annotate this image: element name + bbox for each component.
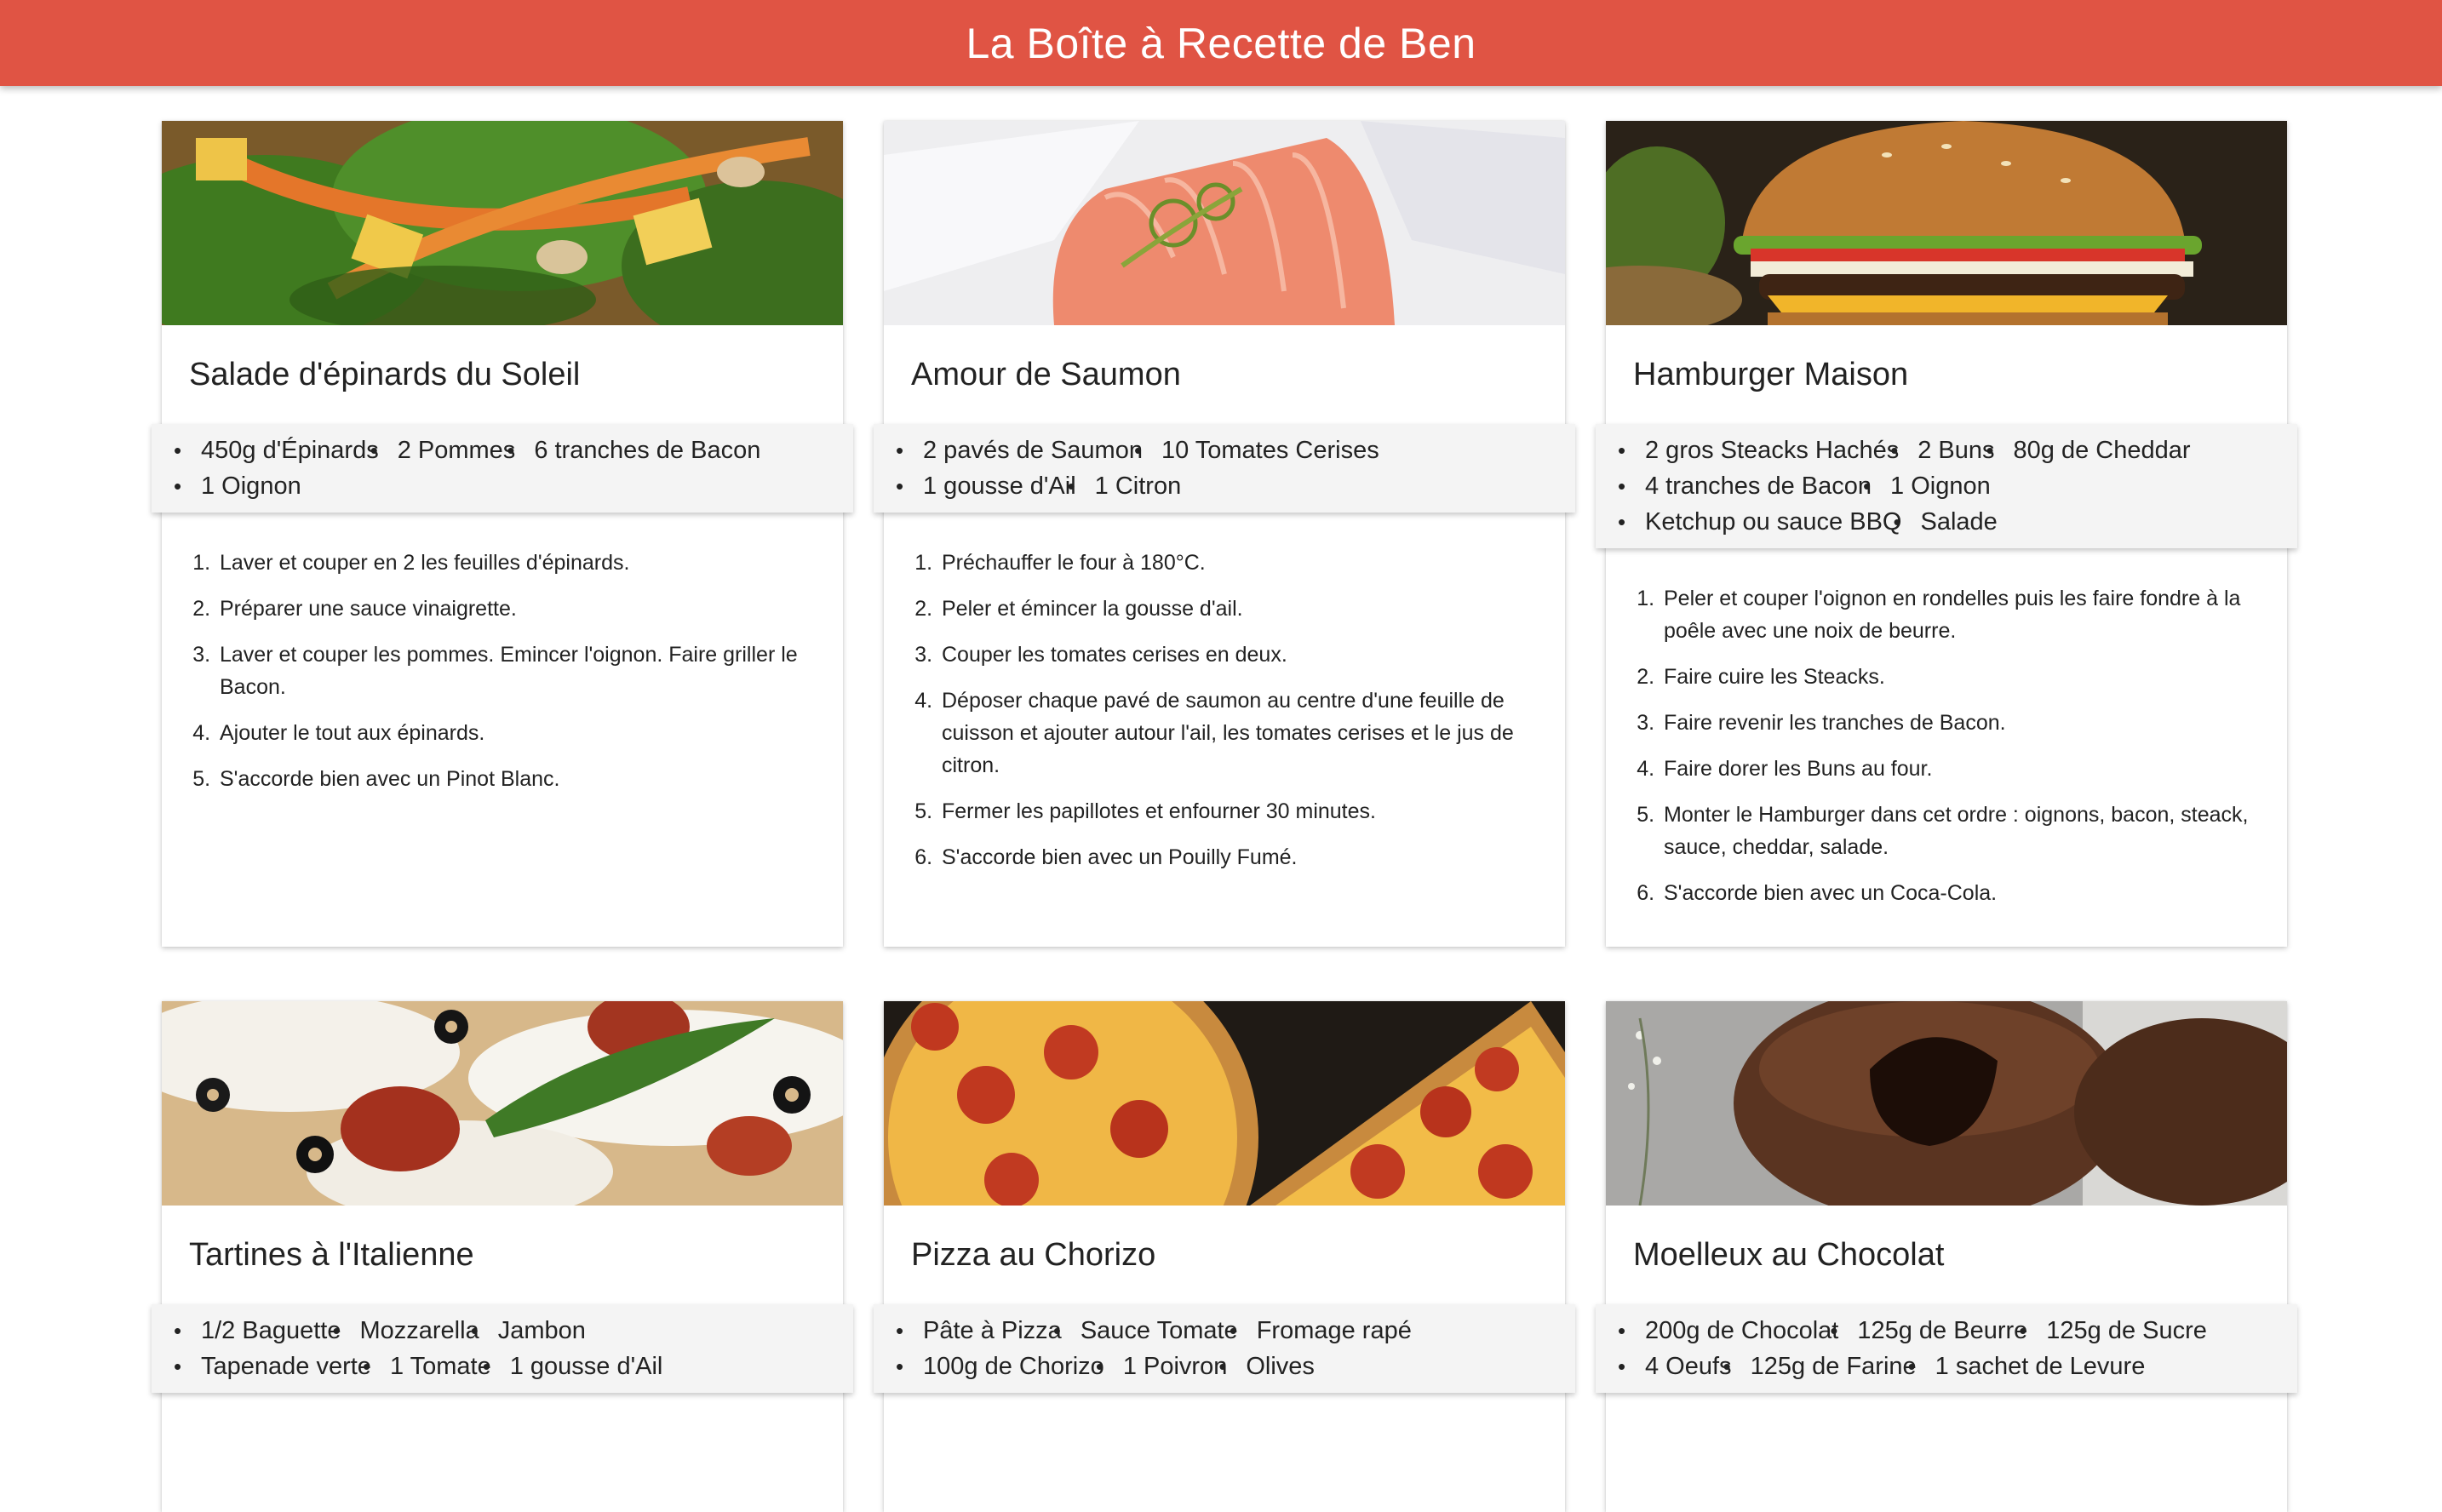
ingredient: Mozzarella (332, 1313, 479, 1349)
ingredients-line: 4 tranches de Bacon 1 Oignon (1596, 468, 2297, 504)
ingredient: Ketchup ou sauce BBQ (1618, 504, 1902, 540)
ingredient: 6 tranches de Bacon (507, 432, 760, 468)
step: Monter le Hamburger dans cet ordre : oig… (1660, 799, 2253, 863)
recipe-title: Salade d'épinards du Soleil (189, 357, 581, 392)
step: S'accorde bien avec un Pinot Blanc. (216, 763, 809, 795)
recipe-title: Moelleux au Chocolat (1633, 1237, 1945, 1273)
ingredients-line: Pâte à Pizza Sauce Tomate Fromage rapé (874, 1313, 1575, 1349)
recipe-title: Hamburger Maison (1633, 357, 1909, 392)
ingredient: 1 Oignon (174, 468, 301, 504)
step: Faire dorer les Buns au four. (1660, 753, 2253, 785)
ingredient: Tapenade verte (174, 1349, 371, 1384)
ingredients-line: Tapenade verte 1 Tomate 1 gousse d'Ail (152, 1349, 853, 1384)
step: Déposer chaque pavé de saumon au centre … (938, 684, 1531, 782)
step: S'accorde bien avec un Coca-Cola. (1660, 877, 2253, 909)
ingredient: Olives (1219, 1349, 1315, 1384)
ingredient: 2 Pommes (370, 432, 516, 468)
ingredient: 125g de Farine (1723, 1349, 1917, 1384)
ingredient: 2 pavés de Saumon (896, 432, 1143, 468)
step: S'accorde bien avec un Pouilly Fumé. (938, 841, 1531, 873)
ingredients-list: Pâte à Pizza Sauce Tomate Fromage rapé 1… (874, 1304, 1575, 1393)
ingredient: 200g de Chocolat (1618, 1313, 1838, 1349)
recipe-title: Tartines à l'Italienne (189, 1237, 474, 1273)
ingredients-line: 1 Oignon (152, 468, 853, 504)
ingredients-list: 1/2 Baguette Mozzarella Jambon Tapenade … (152, 1304, 853, 1393)
ingredients-line: 2 gros Steacks Hachés 2 Buns 80g de Ched… (1596, 432, 2297, 468)
ingredients-list: 450g d'Épinards 2 Pommes 6 tranches de B… (152, 424, 853, 513)
ingredients-line: 4 Oeufs 125g de Farine 1 sachet de Levur… (1596, 1349, 2297, 1384)
ingredient: 1 Citron (1068, 468, 1181, 504)
step: Peler et émincer la gousse d'ail. (938, 593, 1531, 625)
recipe-card: Pizza au Chorizo Pâte à Pizza Sauce Toma… (874, 1001, 1575, 1512)
ingredients-line: 1 gousse d'Ail 1 Citron (874, 468, 1575, 504)
step: Faire revenir les tranches de Bacon. (1660, 707, 2253, 739)
ingredient: 1 Oignon (1863, 468, 1991, 504)
ingredients-line: 100g de Chorizo 1 Poivron Olives (874, 1349, 1575, 1384)
ingredients-line: 450g d'Épinards 2 Pommes 6 tranches de B… (152, 432, 853, 468)
ingredient: 80g de Cheddar (1986, 432, 2191, 468)
ingredients-list: 2 pavés de Saumon 10 Tomates Cerises 1 g… (874, 424, 1575, 513)
ingredient: 125g de Sucre (2019, 1313, 2207, 1349)
ingredient: 100g de Chorizo (896, 1349, 1104, 1384)
ingredient: 1 Tomate (363, 1349, 491, 1384)
ingredients-line: 2 pavés de Saumon 10 Tomates Cerises (874, 432, 1575, 468)
app-header: La Boîte à Recette de Ben (0, 0, 2442, 86)
salmon-image (884, 121, 1565, 325)
recipe-card: Tartines à l'Italienne 1/2 Baguette Mozz… (152, 1001, 853, 1512)
ingredients-list: 2 gros Steacks Hachés 2 Buns 80g de Ched… (1596, 424, 2297, 548)
recipe-title: Pizza au Chorizo (911, 1237, 1156, 1273)
recipe-card: Moelleux au Chocolat 200g de Chocolat 12… (1596, 1001, 2297, 1512)
spinach-salad-image (162, 121, 843, 325)
recipe-grid: Salade d'épinards du Soleil 450g d'Épina… (152, 121, 2297, 1512)
ingredients-line: Ketchup ou sauce BBQ Salade (1596, 504, 2297, 540)
ingredient: Jambon (471, 1313, 586, 1349)
ingredient: 1/2 Baguette (174, 1313, 341, 1349)
recipe-card: Salade d'épinards du Soleil 450g d'Épina… (152, 121, 853, 947)
steps-list: Peler et couper l'oignon en rondelles pu… (1606, 548, 2287, 940)
pizza-image (884, 1001, 1565, 1206)
tartines-image (162, 1001, 843, 1206)
ingredient: Pâte à Pizza (896, 1313, 1062, 1349)
ingredient: 10 Tomates Cerises (1134, 432, 1379, 468)
ingredients-line: 1/2 Baguette Mozzarella Jambon (152, 1313, 853, 1349)
step: Fermer les papillotes et enfourner 30 mi… (938, 795, 1531, 828)
step: Préchauffer le four à 180°C. (938, 547, 1531, 579)
chocolate-cake-image (1606, 1001, 2287, 1206)
ingredient: 4 tranches de Bacon (1618, 468, 1872, 504)
ingredient: 1 sachet de Levure (1908, 1349, 2146, 1384)
ingredients-line: 200g de Chocolat 125g de Beurre 125g de … (1596, 1313, 2297, 1349)
recipe-card: Amour de Saumon 2 pavés de Saumon 10 Tom… (874, 121, 1575, 947)
step: Couper les tomates cerises en deux. (938, 639, 1531, 671)
step: Peler et couper l'oignon en rondelles pu… (1660, 582, 2253, 647)
step: Laver et couper en 2 les feuilles d'épin… (216, 547, 809, 579)
step: Préparer une sauce vinaigrette. (216, 593, 809, 625)
ingredient: 2 gros Steacks Hachés (1618, 432, 1899, 468)
step: Ajouter le tout aux épinards. (216, 717, 809, 749)
ingredient: 4 Oeufs (1618, 1349, 1731, 1384)
ingredient: 2 Buns (1890, 432, 1994, 468)
ingredient: Sauce Tomate (1053, 1313, 1238, 1349)
ingredient: 1 gousse d'Ail (483, 1349, 663, 1384)
recipe-title: Amour de Saumon (911, 357, 1181, 392)
ingredient: 125g de Beurre (1830, 1313, 2027, 1349)
ingredient: Fromage rapé (1230, 1313, 1412, 1349)
ingredient: Salade (1893, 504, 1997, 540)
steps-list: Préchauffer le four à 180°C. Peler et ém… (884, 513, 1565, 904)
step: Laver et couper les pommes. Emincer l'oi… (216, 639, 809, 703)
steps-list: Laver et couper en 2 les feuilles d'épin… (162, 513, 843, 826)
step: Faire cuire les Steacks. (1660, 661, 2253, 693)
app-title: La Boîte à Recette de Ben (966, 19, 1476, 67)
hamburger-image (1606, 121, 2287, 325)
ingredient: 1 Poivron (1096, 1349, 1227, 1384)
ingredient: 1 gousse d'Ail (896, 468, 1076, 504)
ingredients-list: 200g de Chocolat 125g de Beurre 125g de … (1596, 1304, 2297, 1393)
recipe-card: Hamburger Maison 2 gros Steacks Hachés 2… (1596, 121, 2297, 947)
ingredient: 450g d'Épinards (174, 432, 379, 468)
